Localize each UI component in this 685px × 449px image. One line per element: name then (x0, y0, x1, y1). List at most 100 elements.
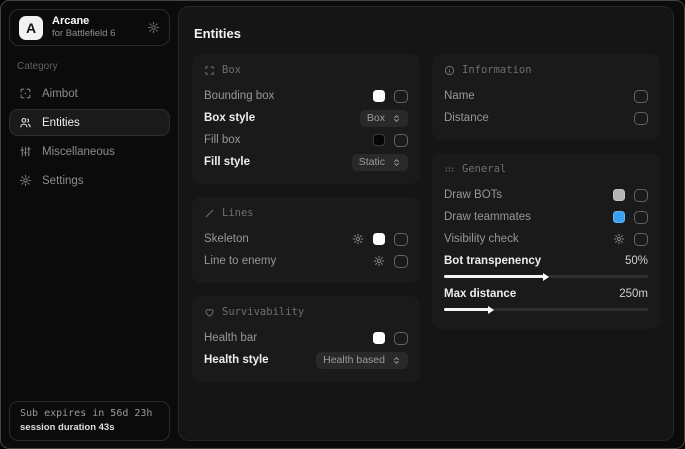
app-header: A Arcane for Battlefield 6 (9, 9, 170, 46)
card-title: Lines (222, 207, 254, 219)
card-information-header: Information (444, 64, 648, 76)
setting-label: Fill box (204, 134, 240, 146)
setting-row-distance: Distance (444, 107, 648, 129)
subscription-info: Sub expires in 56d 23h session duration … (9, 401, 170, 441)
draw-teammates-checkbox[interactable] (634, 211, 648, 224)
setting-row-fill-style: Fill style Static (204, 151, 408, 173)
box-style-dropdown[interactable]: Box (360, 110, 408, 127)
setting-label: Line to enemy (204, 255, 276, 267)
gear-icon (19, 174, 32, 187)
dropdown-value: Box (367, 112, 385, 124)
setting-label: Distance (444, 112, 489, 124)
fill-box-checkbox[interactable] (394, 134, 408, 147)
slider-value: 50% (625, 255, 648, 267)
card-general: General Draw BOTs Draw teammates (432, 153, 660, 329)
users-icon (19, 116, 32, 129)
name-checkbox[interactable] (634, 90, 648, 103)
card-survivability: Survivability Health bar Health style He… (192, 296, 420, 382)
sliders-icon (19, 145, 32, 158)
fill-style-dropdown[interactable]: Static (352, 154, 408, 171)
grid-icon (444, 164, 455, 175)
line-to-enemy-checkbox[interactable] (394, 255, 408, 268)
health-bar-checkbox[interactable] (394, 332, 408, 345)
card-title: Information (462, 64, 532, 76)
color-swatch[interactable] (613, 189, 625, 201)
app-name: Arcane (52, 15, 115, 29)
slider-label: Max distance (444, 288, 516, 300)
gear-icon[interactable] (147, 21, 160, 34)
crosshair-icon (19, 87, 32, 100)
dropdown-value: Health based (323, 354, 385, 366)
visibility-settings-gear-icon[interactable] (613, 233, 625, 245)
slider-thumb[interactable] (488, 306, 494, 314)
setting-row-draw-bots: Draw BOTs (444, 184, 648, 206)
card-lines-header: Lines (204, 207, 408, 219)
slider-bot-transpenency: Bot transpenency 50% (444, 252, 648, 278)
setting-row-line-to-enemy: Line to enemy (204, 250, 408, 272)
card-general-header: General (444, 163, 648, 175)
setting-label: Bounding box (204, 90, 274, 102)
card-title: General (462, 163, 506, 175)
sidebar-item-label: Entities (42, 117, 80, 129)
app-window: A Arcane for Battlefield 6 Category Aimb (0, 0, 685, 449)
left-column: Box Bounding box Box style Box (192, 54, 420, 382)
skeleton-checkbox[interactable] (394, 233, 408, 246)
sidebar-item-entities[interactable]: Entities (9, 109, 170, 136)
sidebar-item-settings[interactable]: Settings (9, 167, 170, 194)
page-title: Entities (194, 26, 660, 41)
card-survivability-header: Survivability (204, 306, 408, 318)
setting-label: Name (444, 90, 475, 102)
color-swatch[interactable] (373, 134, 385, 146)
setting-label: Health bar (204, 332, 257, 344)
setting-label: Skeleton (204, 233, 249, 245)
dropdown-value: Static (359, 156, 385, 168)
distance-checkbox[interactable] (634, 112, 648, 125)
max-distance-slider[interactable] (444, 308, 648, 311)
setting-row-fill-box: Fill box (204, 129, 408, 151)
bot-transpenency-slider[interactable] (444, 275, 648, 278)
slider-value: 250m (619, 288, 648, 300)
slider-label: Bot transpenency (444, 255, 541, 267)
sidebar-item-miscellaneous[interactable]: Miscellaneous (9, 138, 170, 165)
card-title: Box (222, 64, 241, 76)
color-swatch[interactable] (613, 211, 625, 223)
bounding-box-checkbox[interactable] (394, 90, 408, 103)
setting-label: Box style (204, 112, 255, 124)
setting-row-bounding-box: Bounding box (204, 85, 408, 107)
setting-label: Health style (204, 354, 269, 366)
card-box: Box Bounding box Box style Box (192, 54, 420, 184)
box-corners-icon (204, 65, 215, 76)
health-style-dropdown[interactable]: Health based (316, 352, 408, 369)
sidebar-item-aimbot[interactable]: Aimbot (9, 80, 170, 107)
session-duration-text: session duration 43s (20, 422, 159, 433)
setting-row-name: Name (444, 85, 648, 107)
setting-row-draw-teammates: Draw teammates (444, 206, 648, 228)
info-icon (444, 65, 455, 76)
visibility-check-checkbox[interactable] (634, 233, 648, 246)
line-icon (204, 208, 215, 219)
setting-row-health-bar: Health bar (204, 327, 408, 349)
setting-row-skeleton: Skeleton (204, 228, 408, 250)
app-subtitle: for Battlefield 6 (52, 28, 115, 40)
setting-label: Draw teammates (444, 211, 531, 223)
sidebar: A Arcane for Battlefield 6 Category Aimb (1, 1, 178, 448)
card-title: Survivability (222, 306, 304, 318)
line-to-enemy-settings-gear-icon[interactable] (373, 255, 385, 267)
app-logo: A (19, 16, 43, 40)
sidebar-item-label: Aimbot (42, 88, 78, 100)
color-swatch[interactable] (373, 233, 385, 245)
heart-icon (204, 307, 215, 318)
slider-max-distance: Max distance 250m (444, 285, 648, 311)
setting-label: Visibility check (444, 233, 519, 245)
color-swatch[interactable] (373, 90, 385, 102)
draw-bots-checkbox[interactable] (634, 189, 648, 202)
setting-row-visibility-check: Visibility check (444, 228, 648, 250)
main-panel: Entities Box Bounding box (178, 6, 674, 441)
skeleton-settings-gear-icon[interactable] (352, 233, 364, 245)
chevron-up-down-icon (392, 158, 401, 167)
slider-thumb[interactable] (543, 273, 549, 281)
setting-row-health-style: Health style Health based (204, 349, 408, 371)
color-swatch[interactable] (373, 332, 385, 344)
sidebar-item-label: Settings (42, 175, 84, 187)
card-information: Information Name Distance (432, 54, 660, 140)
